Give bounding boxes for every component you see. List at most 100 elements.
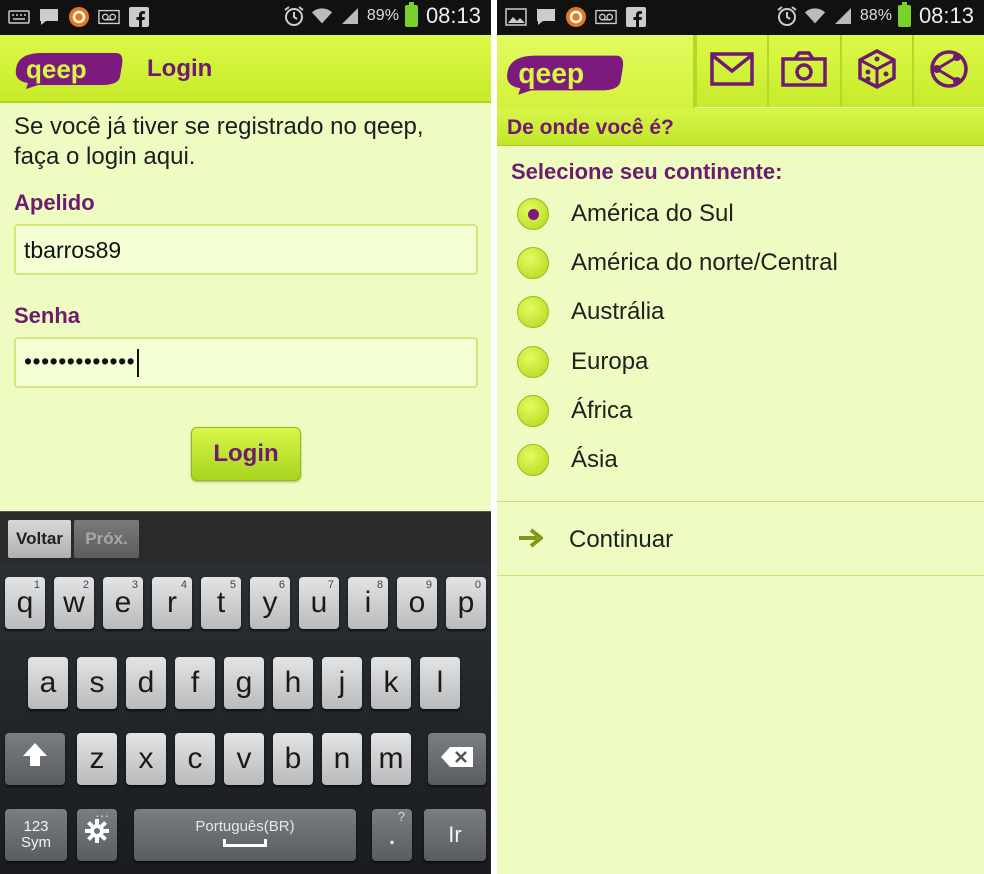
radio-unselected[interactable] — [517, 345, 549, 378]
backspace-key[interactable] — [428, 733, 486, 785]
continent-option[interactable]: Europa — [517, 342, 648, 382]
alarm-icon — [283, 5, 305, 27]
continent-option-label: América do norte/Central — [571, 249, 838, 277]
key-h[interactable]: h — [273, 657, 313, 709]
key-b[interactable]: b — [273, 733, 313, 785]
avast-icon — [565, 6, 587, 28]
divider — [497, 501, 984, 502]
key-label: w — [63, 586, 85, 619]
facebook-icon — [128, 6, 150, 28]
backspace-icon — [440, 742, 474, 776]
keyboard-language-label: Português(BR) — [195, 817, 295, 835]
key-l[interactable]: l — [420, 657, 460, 709]
logo-cell: qeep — [497, 35, 695, 109]
games-button[interactable] — [839, 35, 912, 107]
continent-option[interactable]: Ásia — [517, 440, 618, 480]
key-number-hint: 0 — [474, 579, 481, 591]
key-y[interactable]: y6 — [250, 577, 290, 629]
status-bar: 89% 08:13 — [0, 0, 491, 35]
continent-option[interactable]: América do Sul — [517, 194, 734, 234]
radio-selected[interactable] — [517, 198, 549, 230]
settings-key[interactable]: ··· — [77, 807, 117, 861]
qeep-logo[interactable]: qeep — [12, 47, 126, 96]
key-number-hint: 6 — [278, 579, 285, 591]
messages-button[interactable] — [695, 35, 767, 107]
key-k[interactable]: k — [371, 657, 411, 709]
wifi-icon — [804, 5, 826, 27]
text-caret — [137, 348, 140, 377]
alarm-icon — [776, 5, 798, 27]
key-label: c — [187, 742, 203, 775]
key-v[interactable]: v — [224, 733, 264, 785]
continent-option[interactable]: Austrália — [517, 292, 664, 332]
qeep-logo[interactable]: qeep — [503, 49, 627, 102]
radio-unselected[interactable] — [517, 444, 549, 476]
arrow-right-icon — [517, 526, 547, 555]
continent-select-label: Selecione seu continente: — [511, 159, 783, 184]
battery-icon — [404, 2, 418, 27]
key-j[interactable]: j — [322, 657, 362, 709]
key-x[interactable]: x — [126, 733, 166, 785]
continent-option[interactable]: África — [517, 391, 632, 431]
key-t[interactable]: t5 — [201, 577, 241, 629]
share-icon — [927, 47, 971, 96]
password-input[interactable]: ••••••••••••• — [14, 337, 478, 388]
key-label: u — [310, 586, 328, 619]
photos-button[interactable] — [767, 35, 839, 107]
network-button[interactable] — [911, 35, 984, 107]
key-c[interactable]: c — [175, 733, 215, 785]
key-label: k — [383, 666, 399, 699]
key-s[interactable]: s — [77, 657, 117, 709]
radio-unselected[interactable] — [517, 394, 549, 427]
key-number-hint: 5 — [229, 579, 236, 591]
key-label: t — [216, 586, 226, 619]
continue-label: Continuar — [569, 526, 674, 553]
next-field-button[interactable]: Próx. — [74, 520, 139, 558]
key-o[interactable]: o9 — [397, 577, 437, 629]
avast-icon — [68, 6, 90, 28]
nickname-input[interactable]: tbarros89 — [14, 224, 478, 275]
space-key[interactable]: Português(BR) — [134, 809, 356, 861]
section-title: De onde você é? — [507, 116, 674, 139]
mail-icon — [710, 51, 754, 91]
key-u[interactable]: u7 — [299, 577, 339, 629]
login-button[interactable]: Login — [191, 427, 301, 481]
key-q[interactable]: q1 — [5, 577, 45, 629]
period-key[interactable]: ? . — [372, 809, 412, 861]
symbols-key[interactable]: 123 Sym — [5, 809, 67, 861]
key-w[interactable]: w2 — [54, 577, 94, 629]
key-label: e — [114, 586, 132, 619]
wifi-icon — [311, 5, 333, 27]
key-f[interactable]: f — [175, 657, 215, 709]
continue-button[interactable]: Continuar — [517, 520, 673, 560]
login-intro-text: Se você já tiver se registrado no qeep, … — [14, 113, 424, 170]
symbols-key-line2: Sym — [21, 834, 51, 851]
key-e[interactable]: e3 — [103, 577, 143, 629]
key-label: s — [89, 666, 105, 699]
key-g[interactable]: g — [224, 657, 264, 709]
radio-dot — [527, 208, 539, 220]
key-r[interactable]: r4 — [152, 577, 192, 629]
key-p[interactable]: p0 — [446, 577, 486, 629]
symbols-key-line1: 123 — [23, 818, 49, 835]
key-m[interactable]: m — [371, 733, 411, 785]
back-field-button[interactable]: Voltar — [8, 520, 71, 558]
continent-option-label: América do Sul — [571, 200, 734, 227]
key-n[interactable]: n — [322, 733, 362, 785]
key-label: a — [39, 666, 57, 699]
shift-key[interactable] — [5, 733, 65, 785]
key-d[interactable]: d — [126, 657, 166, 709]
radio-unselected[interactable] — [517, 296, 549, 329]
key-i[interactable]: i8 — [348, 577, 388, 629]
key-z[interactable]: z — [77, 733, 117, 785]
key-a[interactable]: a — [28, 657, 68, 709]
continent-screen: 88% 08:13 qeep De onde você é? Selecione… — [497, 0, 984, 874]
key-number-hint: 1 — [33, 579, 40, 591]
key-label: b — [284, 742, 302, 775]
key-label: j — [338, 666, 346, 699]
go-key[interactable]: Ir — [424, 809, 486, 861]
key-label: d — [137, 666, 155, 699]
page-title: Login — [147, 55, 213, 82]
radio-unselected[interactable] — [517, 247, 549, 280]
continent-option[interactable]: América do norte/Central — [517, 243, 838, 283]
